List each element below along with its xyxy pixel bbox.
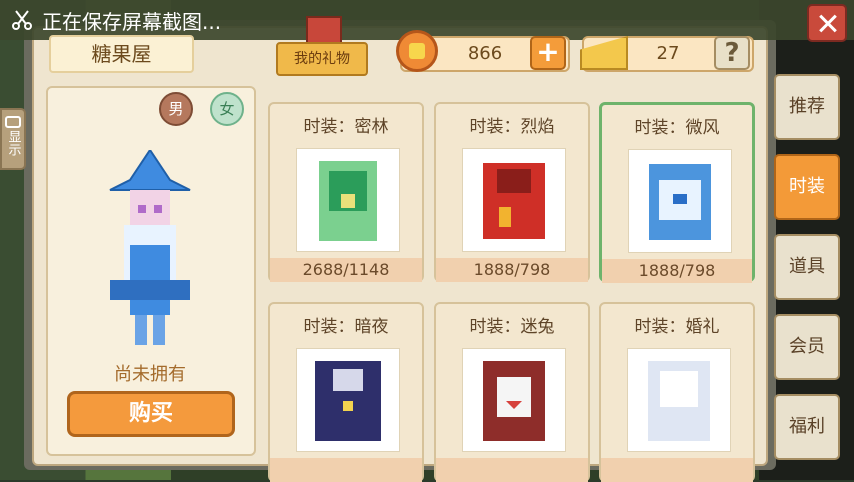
- outfit-image: [296, 148, 400, 252]
- add-coins-button[interactable]: +: [530, 36, 566, 70]
- item-card-weifeng[interactable]: 时装：微风 1888/798: [599, 102, 755, 283]
- outfit-icon: [649, 164, 711, 240]
- outfit-icon: [483, 361, 545, 441]
- gender-male-button[interactable]: 男: [159, 92, 193, 126]
- item-price: 1888/798: [602, 259, 752, 283]
- item-card-hunli[interactable]: 时装：婚礼: [599, 302, 755, 482]
- scissors-icon: [12, 10, 32, 30]
- item-price: [436, 458, 588, 482]
- outfit-image: [462, 148, 566, 252]
- item-name: 时装：烈焰: [469, 117, 555, 137]
- buy-button[interactable]: 购买: [67, 391, 235, 437]
- item-card-mitu[interactable]: 时装：迷兔: [434, 302, 590, 482]
- tab-benefits[interactable]: 福利: [774, 394, 840, 460]
- tab-outfits[interactable]: 时装: [774, 154, 840, 220]
- outfit-image: [627, 348, 731, 452]
- item-price: [270, 458, 422, 482]
- help-button[interactable]: ?: [714, 36, 750, 70]
- outfit-image: [628, 149, 732, 253]
- item-card-anye[interactable]: 时装：暗夜: [268, 302, 424, 482]
- gift-label: 我的礼物: [276, 42, 368, 76]
- ownership-status: 尚未拥有: [114, 364, 186, 385]
- item-price: 1888/798: [436, 258, 588, 282]
- tab-recommended[interactable]: 推荐: [774, 74, 840, 140]
- outfit-icon: [315, 361, 381, 441]
- outfit-image: [296, 348, 400, 452]
- gender-female-button[interactable]: 女: [210, 92, 244, 126]
- item-price: 2688/1148: [270, 258, 422, 282]
- tab-membership[interactable]: 会员: [774, 314, 840, 380]
- notice-text: 正在保存屏幕截图...: [42, 10, 222, 34]
- item-card-lieyan[interactable]: 时装：烈焰 1888/798: [434, 102, 590, 282]
- coin-icon: [396, 30, 438, 72]
- item-name: 时装：迷兔: [469, 317, 555, 337]
- item-price: [601, 458, 753, 482]
- shop-title: 糖果屋: [49, 35, 194, 73]
- outfit-icon: [648, 361, 710, 441]
- chat-icon: [5, 116, 21, 128]
- side-tag-label: 显示: [5, 130, 21, 156]
- tab-items[interactable]: 道具: [774, 234, 840, 300]
- outfit-icon: [483, 163, 545, 239]
- item-name: 时装：婚礼: [634, 317, 720, 337]
- close-button[interactable]: [807, 4, 847, 42]
- item-name: 时装：微风: [634, 118, 720, 138]
- outfit-icon: [319, 161, 377, 241]
- outfit-image: [462, 348, 566, 452]
- gift-icon: [306, 16, 342, 44]
- avatar-preview: [109, 150, 191, 345]
- item-name: 时装：密林: [303, 117, 389, 137]
- my-gifts-button[interactable]: 我的礼物: [276, 16, 368, 78]
- item-card-milin[interactable]: 时装：密林 2688/1148: [268, 102, 424, 282]
- show-side-tab[interactable]: 显示: [0, 108, 26, 170]
- item-name: 时装：暗夜: [303, 317, 389, 337]
